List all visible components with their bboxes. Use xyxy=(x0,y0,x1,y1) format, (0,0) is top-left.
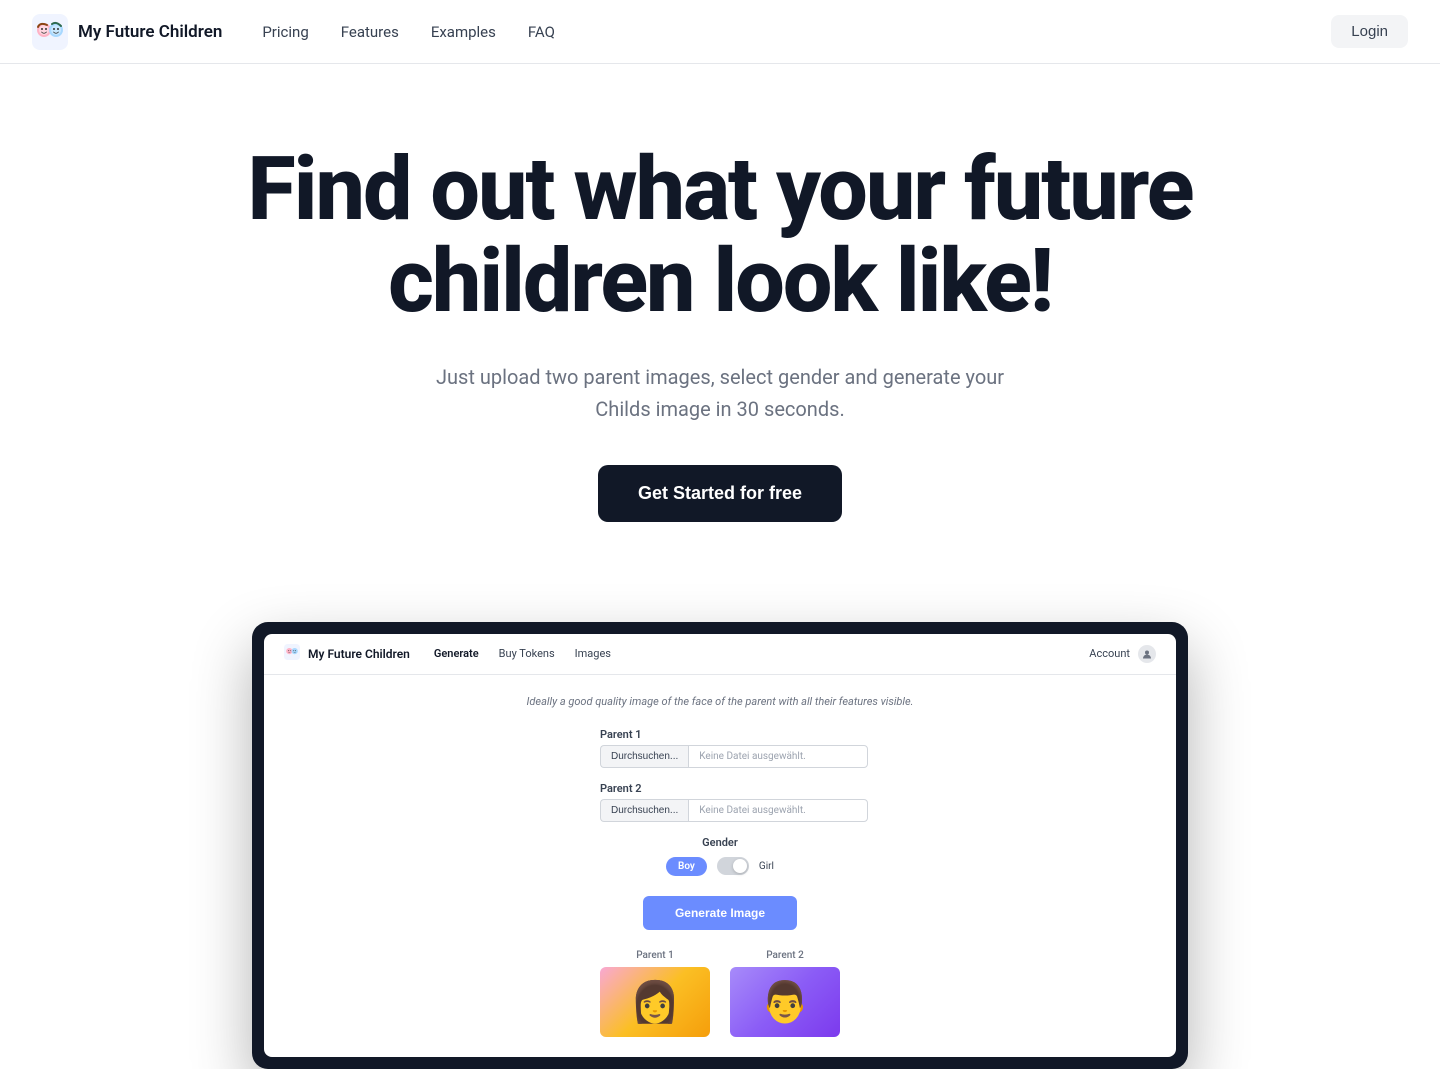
brand-logo-icon xyxy=(32,14,68,50)
parent1-file-placeholder: Keine Datei ausgewählt. xyxy=(688,745,868,768)
app-brand-name: My Future Children xyxy=(308,647,410,661)
preview-inner: My Future Children Generate Buy Tokens I… xyxy=(264,634,1176,1057)
navbar-right: Login xyxy=(1331,15,1408,48)
nav-link-examples[interactable]: Examples xyxy=(431,23,496,41)
main-navbar: My Future Children Pricing Features Exam… xyxy=(0,0,1440,64)
parent1-file-input-row: Durchsuchen... Keine Datei ausgewählt. xyxy=(600,745,868,768)
nav-link-faq[interactable]: FAQ xyxy=(528,23,555,41)
app-form-content: Ideally a good quality image of the face… xyxy=(264,675,1176,1057)
brand-logo-container[interactable]: My Future Children xyxy=(32,14,222,50)
cta-button[interactable]: Get Started for free xyxy=(598,465,842,522)
parent1-photo-col: Parent 1 xyxy=(600,950,710,1037)
hero-title: Find out what your future children look … xyxy=(220,144,1220,329)
parent2-photo xyxy=(730,967,840,1037)
gender-section: Gender Boy Girl xyxy=(304,836,1136,876)
parent2-form-group: Parent 2 Durchsuchen... Keine Datei ausg… xyxy=(600,782,868,822)
gender-label: Gender xyxy=(702,836,738,849)
preview-frame: My Future Children Generate Buy Tokens I… xyxy=(252,622,1188,1069)
parent2-file-input-row: Durchsuchen... Keine Datei ausgewählt. xyxy=(600,799,868,822)
app-brand: My Future Children xyxy=(284,644,410,664)
parent1-form-group: Parent 1 Durchsuchen... Keine Datei ausg… xyxy=(600,728,868,768)
hero-subtitle: Just upload two parent images, select ge… xyxy=(32,361,1408,425)
gender-boy-tag: Boy xyxy=(666,857,707,876)
gender-toggle-switch[interactable] xyxy=(717,857,749,875)
app-account-label[interactable]: Account xyxy=(1089,647,1130,660)
login-button[interactable]: Login xyxy=(1331,15,1408,48)
app-nav-images[interactable]: Images xyxy=(575,647,611,660)
app-description: Ideally a good quality image of the face… xyxy=(304,695,1136,708)
app-preview-container: My Future Children Generate Buy Tokens I… xyxy=(220,622,1220,1069)
nav-link-pricing[interactable]: Pricing xyxy=(262,23,308,41)
gender-toggle-row: Boy Girl xyxy=(666,857,774,876)
app-brand-logo-icon xyxy=(284,644,300,664)
form-section: Parent 1 Durchsuchen... Keine Datei ausg… xyxy=(600,728,840,836)
parent2-file-choose-btn[interactable]: Durchsuchen... xyxy=(600,799,688,822)
generate-image-button[interactable]: Generate Image xyxy=(643,896,797,930)
parents-photo-row: Parent 1 Parent 2 xyxy=(304,950,1136,1037)
parent1-photo xyxy=(600,967,710,1037)
parent2-file-placeholder: Keine Datei ausgewählt. xyxy=(688,799,868,822)
app-nav-buy-tokens[interactable]: Buy Tokens xyxy=(499,647,555,660)
parent2-photo-col: Parent 2 xyxy=(730,950,840,1037)
nav-links-container: Pricing Features Examples FAQ xyxy=(262,23,555,41)
parent1-photo-label: Parent 1 xyxy=(636,950,674,961)
brand-name-text: My Future Children xyxy=(78,22,222,42)
nav-link-features[interactable]: Features xyxy=(341,23,399,41)
app-navbar-right: Account xyxy=(1089,645,1156,663)
hero-subtitle-line1: Just upload two parent images, select ge… xyxy=(436,365,1004,389)
parent1-label: Parent 1 xyxy=(600,728,868,741)
hero-subtitle-line2: Childs image in 30 seconds. xyxy=(595,397,844,421)
parent1-file-choose-btn[interactable]: Durchsuchen... xyxy=(600,745,688,768)
app-account-icon[interactable] xyxy=(1138,645,1156,663)
parent2-photo-label: Parent 2 xyxy=(766,950,804,961)
app-nav-generate[interactable]: Generate xyxy=(434,647,479,660)
parent2-label: Parent 2 xyxy=(600,782,868,795)
gender-girl-text: Girl xyxy=(759,861,774,872)
hero-section: Find out what your future children look … xyxy=(0,64,1440,562)
app-navbar: My Future Children Generate Buy Tokens I… xyxy=(264,634,1176,675)
app-nav-links: Generate Buy Tokens Images xyxy=(434,647,611,660)
